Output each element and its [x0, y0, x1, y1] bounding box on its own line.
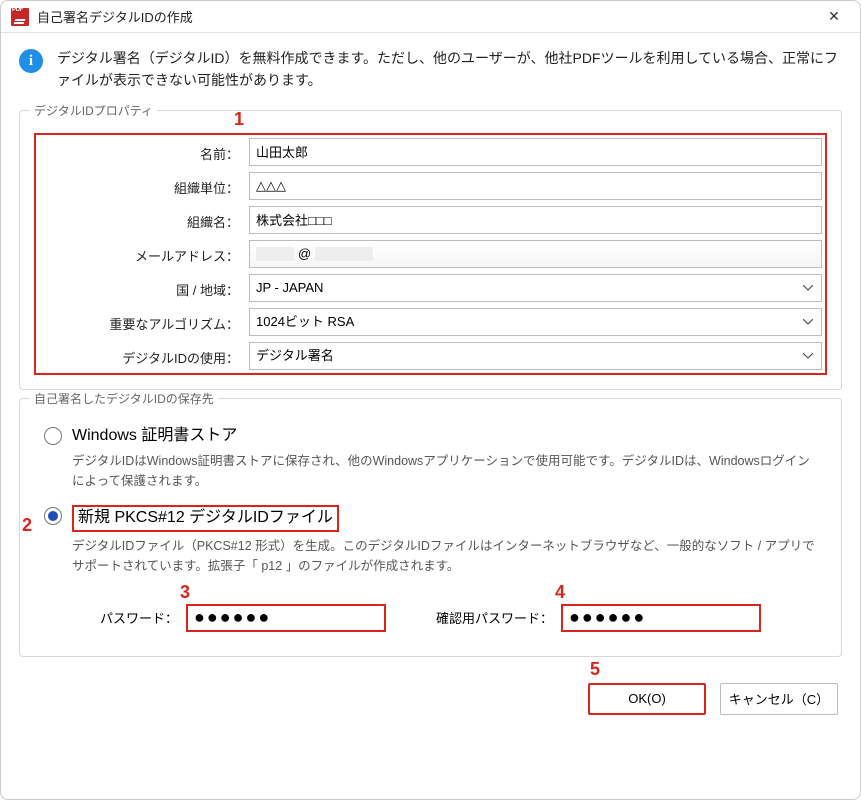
country-select[interactable]: JP - JAPAN: [249, 274, 822, 302]
radio-windows-desc: デジタルIDはWindows証明書ストアに保存され、他のWindowsアプリケー…: [72, 451, 817, 491]
org-name-label: 組織名：: [39, 206, 239, 234]
algorithm-select[interactable]: 1024ビット RSA: [249, 308, 822, 336]
password-group: 3 パスワード：: [100, 604, 386, 632]
org-unit-input[interactable]: [249, 172, 822, 200]
org-name-input[interactable]: [249, 206, 822, 234]
name-input[interactable]: [249, 138, 822, 166]
group-title-2: 自己署名したデジタルIDの保存先: [30, 390, 218, 407]
email-domain-blur: [315, 247, 373, 261]
radio-pkcs12-title: 新規 PKCS#12 デジタルIDファイル: [72, 505, 339, 531]
info-icon: i: [19, 49, 43, 73]
radio-icon-selected: [44, 507, 62, 525]
info-text: デジタル署名（デジタルID）を無料作成できます。ただし、他のユーザーが、他社PD…: [57, 47, 842, 92]
form-grid: 名前： 組織単位： 組織名： メールアドレス： @ 国 / 地域： JP - J…: [34, 133, 827, 375]
annotation-5: 5: [590, 659, 600, 680]
radio-pkcs12-desc: デジタルIDファイル（PKCS#12 形式）を生成。このデジタルIDファイルはイ…: [72, 536, 817, 576]
email-local-blur: [256, 247, 294, 261]
password-label: パスワード：: [100, 608, 178, 627]
password-confirm-label: 確認用パスワード：: [436, 608, 553, 627]
password-row: 3 パスワード： 4 確認用パスワード：: [34, 604, 827, 632]
annotation-3: 3: [180, 582, 190, 603]
password-input[interactable]: [186, 604, 386, 632]
radio-pkcs12[interactable]: 新規 PKCS#12 デジタルIDファイル デジタルIDファイル（PKCS#12…: [44, 505, 817, 575]
storage-location-group: 自己署名したデジタルIDの保存先 Windows 証明書ストア デジタルIDはW…: [19, 398, 842, 657]
titlebar: 自己署名デジタルIDの作成 ✕: [1, 1, 860, 33]
annotation-2: 2: [22, 515, 32, 536]
radio-windows-title: Windows 証明書ストア: [72, 425, 237, 447]
country-label: 国 / 地域：: [39, 274, 239, 302]
annotation-4: 4: [555, 582, 565, 603]
password-confirm-input[interactable]: [561, 604, 761, 632]
usage-label: デジタルIDの使用：: [39, 342, 239, 370]
app-icon: [11, 8, 29, 26]
name-label: 名前：: [39, 138, 239, 166]
usage-select[interactable]: デジタル署名: [249, 342, 822, 370]
org-unit-label: 組織単位：: [39, 172, 239, 200]
group-title: デジタルIDプロパティ: [30, 102, 157, 119]
radio-windows-store[interactable]: Windows 証明書ストア デジタルIDはWindows証明書ストアに保存され…: [44, 425, 817, 491]
window-title: 自己署名デジタルIDの作成: [37, 7, 818, 26]
button-row: 5 OK(O) キャンセル（C）: [1, 665, 860, 733]
digital-id-properties-group: デジタルIDプロパティ 1 名前： 組織単位： 組織名： メールアドレス： @ …: [19, 110, 842, 390]
cancel-button[interactable]: キャンセル（C）: [720, 683, 838, 715]
ok-button[interactable]: OK(O): [588, 683, 706, 715]
email-input[interactable]: @: [249, 240, 822, 268]
email-at: @: [298, 246, 311, 261]
info-banner: i デジタル署名（デジタルID）を無料作成できます。ただし、他のユーザーが、他社…: [1, 33, 860, 102]
close-icon[interactable]: ✕: [818, 8, 850, 25]
radio-icon: [44, 427, 62, 445]
password-confirm-group: 4 確認用パスワード：: [436, 604, 761, 632]
algo-label: 重要なアルゴリズム：: [39, 308, 239, 336]
annotation-1: 1: [234, 109, 244, 130]
email-label: メールアドレス：: [39, 240, 239, 268]
